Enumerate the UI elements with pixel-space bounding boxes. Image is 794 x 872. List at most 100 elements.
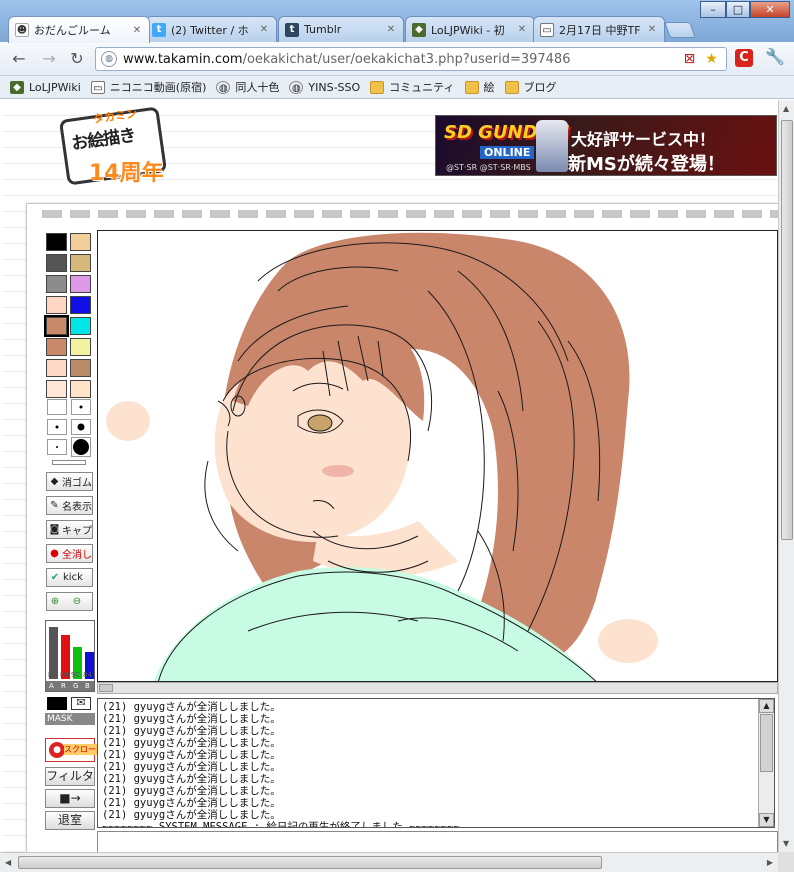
tab-loljpwiki[interactable]: ◆ LoLJPWiki - 初 ✕ xyxy=(405,16,535,42)
blush xyxy=(322,465,354,477)
tab-odango-room[interactable]: ☻ おだんごルーム ✕ xyxy=(8,16,150,43)
address-bar[interactable]: ◍ www.takamin.com/oekakichat/user/oekaki… xyxy=(95,47,727,71)
close-icon[interactable]: ✕ xyxy=(131,25,143,36)
name-display-button[interactable]: ✎ 名表示 xyxy=(46,496,93,515)
scroll-down-icon[interactable]: ▼ xyxy=(759,813,774,827)
bookmark-star-icon[interactable]: ★ xyxy=(703,51,720,68)
bookmark-label: ニコニコ動画(原宿) xyxy=(109,81,207,94)
close-icon[interactable]: ✕ xyxy=(646,24,658,35)
palette-swatch[interactable] xyxy=(70,338,91,356)
scroll-left-icon[interactable]: ◀ xyxy=(5,858,11,867)
page-hscroll-thumb[interactable] xyxy=(18,856,602,869)
bookmark-label: 絵 xyxy=(483,81,495,94)
palette-swatch[interactable] xyxy=(46,275,67,293)
url-path: /oekakichat/user/oekakichat3.php?userid=… xyxy=(242,51,571,67)
palette-swatch[interactable] xyxy=(70,317,91,335)
bookmark-label: コミュニティ xyxy=(389,81,455,94)
bookmark-folder-art[interactable]: 絵 xyxy=(464,79,495,95)
chat-vertical-scrollbar[interactable]: ▲ ▼ xyxy=(758,699,774,827)
canvas-scroll-thumb[interactable] xyxy=(99,684,113,692)
kick-button[interactable]: ✔ kick xyxy=(46,568,93,587)
bookmark-doujin[interactable]: ◍ 同人十色 xyxy=(216,79,279,95)
chat-scroll-thumb[interactable] xyxy=(760,714,773,772)
tab-twitter[interactable]: t (2) Twitter / ホ ✕ xyxy=(145,16,277,42)
tab-tumblr[interactable]: t Tumblr ✕ xyxy=(278,16,404,42)
brush-slider[interactable] xyxy=(52,460,86,465)
chat-log[interactable]: (21) gyuygさんが全消ししました。 (21) gyuygさんが全消ししまし… xyxy=(97,698,775,828)
red-value: D6 xyxy=(60,671,70,679)
brush-size-1[interactable] xyxy=(47,399,67,415)
palette-swatch[interactable] xyxy=(46,233,67,251)
new-tab-button[interactable] xyxy=(664,22,696,38)
wrench-icon[interactable]: 🔧 xyxy=(765,47,785,67)
arrow-button[interactable]: ■→ xyxy=(45,789,95,808)
scroll-button[interactable]: ● スクロール xyxy=(45,738,104,762)
palette-swatch[interactable] xyxy=(70,296,91,314)
filter-button[interactable]: フィルタ xyxy=(45,767,95,786)
page-horizontal-scrollbar[interactable]: ◀ ▶ xyxy=(0,852,778,872)
bookmark-yins-sso[interactable]: ◍ YINS-SSO xyxy=(289,80,360,94)
ad-banner[interactable]: SD GUNDAM ONLINE @ST·SR @ST·SR·MBS 大好評サー… xyxy=(435,115,777,176)
tv-icon: ▭ xyxy=(540,22,554,37)
maximize-button[interactable]: □ xyxy=(726,1,750,18)
bookmark-folder-blog[interactable]: ブログ xyxy=(504,79,557,95)
close-icon[interactable]: ✕ xyxy=(385,24,397,35)
eraser-button[interactable]: ◆ 消ゴム xyxy=(46,472,93,491)
envelope-icon[interactable]: ✉ xyxy=(71,697,91,710)
url-text[interactable]: www.takamin.com/oekakichat/user/oekakich… xyxy=(123,52,570,67)
rgb-meter[interactable]: FF D6 9C 84 A R G B xyxy=(45,620,95,692)
palette-swatch[interactable] xyxy=(70,254,91,272)
palette-swatch[interactable] xyxy=(46,359,67,377)
palette-swatch[interactable] xyxy=(46,296,67,314)
brush-size-4[interactable] xyxy=(71,419,91,435)
bookmark-folder-community[interactable]: コミュニティ xyxy=(370,79,455,95)
reload-icon[interactable]: ↻ xyxy=(66,48,88,70)
chat-message: (21) gyuygさんが全消ししました。 xyxy=(102,773,281,785)
blocked-content-icon[interactable]: ⊠ xyxy=(681,51,698,68)
clear-all-button[interactable]: ● 全消し xyxy=(46,544,93,563)
brush-size-6[interactable] xyxy=(71,437,91,457)
tab-nicovideo[interactable]: ▭ 2月17日 中野TF ✕ xyxy=(533,16,665,42)
forward-arrow-icon[interactable]: → xyxy=(38,48,60,70)
capture-button[interactable]: ◙ キャプ xyxy=(46,520,93,539)
palette-swatch[interactable] xyxy=(44,315,69,337)
globe-icon: ◍ xyxy=(289,80,304,94)
back-arrow-icon[interactable]: ← xyxy=(8,48,30,70)
bookmark-loljpwiki[interactable]: ◆ LoLJPWiki xyxy=(10,80,81,94)
kick-label: kick xyxy=(63,572,83,583)
brush-size-3[interactable] xyxy=(47,419,67,435)
tab-label: LoLJPWiki - 初 xyxy=(431,23,505,37)
drawing-canvas[interactable] xyxy=(97,230,778,682)
chat-message: (21) gyuygさんが全消ししました。 xyxy=(102,761,281,773)
window-close-button[interactable]: ✕ xyxy=(750,1,790,18)
zoom-button[interactable]: ⊕ ⊖ xyxy=(46,592,93,611)
brush-size-2[interactable] xyxy=(71,399,91,415)
close-icon[interactable]: ✕ xyxy=(516,24,528,35)
palette-swatch[interactable] xyxy=(70,275,91,293)
extension-c-icon[interactable]: C xyxy=(735,49,753,67)
exit-room-button[interactable]: 退室 xyxy=(45,811,95,830)
chat-input[interactable] xyxy=(97,831,778,853)
palette-swatch[interactable] xyxy=(70,359,91,377)
page-vertical-scrollbar[interactable]: ▲ ▼ xyxy=(778,100,794,852)
page-scroll-thumb[interactable] xyxy=(781,120,793,540)
canvas-horizontal-scrollbar[interactable] xyxy=(97,682,778,694)
scroll-right-icon[interactable]: ▶ xyxy=(767,858,773,867)
palette-swatch[interactable] xyxy=(70,380,91,398)
scroll-up-icon[interactable]: ▲ xyxy=(783,104,789,113)
palette-swatch[interactable] xyxy=(46,338,67,356)
clear-all-label: 全消し xyxy=(62,550,92,561)
minimize-button[interactable]: – xyxy=(700,1,726,18)
close-icon[interactable]: ✕ xyxy=(258,24,270,35)
scroll-up-icon[interactable]: ▲ xyxy=(759,699,774,713)
site-logo[interactable]: タカミン お絵描き 14周年 xyxy=(57,103,177,186)
scroll-down-icon[interactable]: ▼ xyxy=(783,839,789,848)
palette-swatch[interactable] xyxy=(46,254,67,272)
mask-label[interactable]: MASK xyxy=(45,713,95,725)
tumblr-icon: t xyxy=(285,22,299,37)
mask-color[interactable] xyxy=(47,697,67,710)
palette-swatch[interactable] xyxy=(46,380,67,398)
palette-swatch[interactable] xyxy=(70,233,91,251)
brush-size-5[interactable] xyxy=(47,439,67,455)
bookmark-nicovideo[interactable]: ▭ ニコニコ動画(原宿) xyxy=(90,79,207,95)
